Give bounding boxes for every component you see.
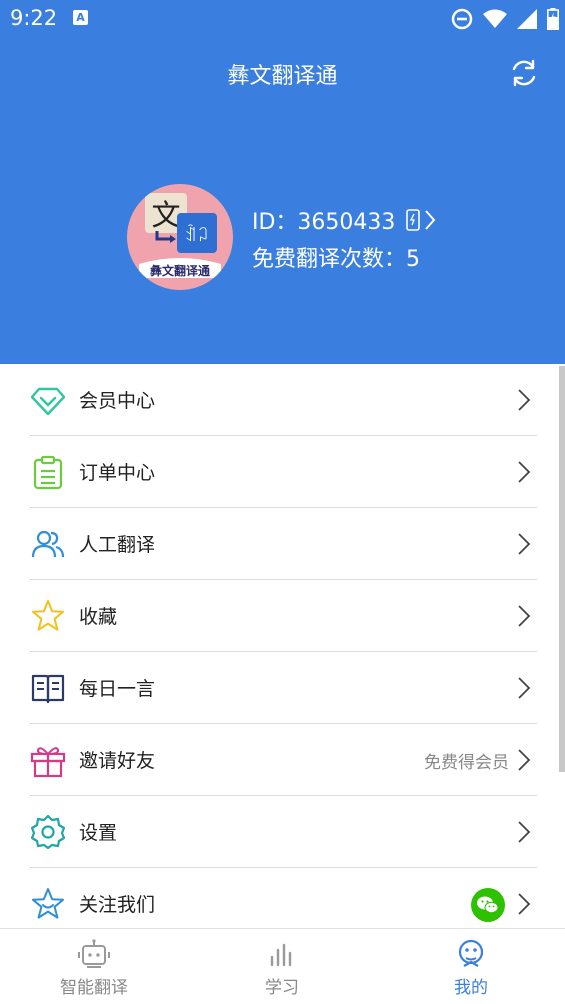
menu-item-invite-friends[interactable]: 邀请好友 免费得会员 — [0, 724, 565, 796]
user-id-row[interactable]: ID：3650433 — [252, 204, 436, 236]
star-icon — [32, 600, 64, 631]
page-title: 彝文翻译通 — [227, 64, 338, 89]
menu-item-order-center[interactable]: 订单中心 — [0, 436, 565, 508]
invite-hint: 免费得会员 — [424, 753, 509, 773]
menu-item-label: 人工翻译 — [79, 534, 156, 556]
phone-icon — [406, 209, 421, 231]
chevron-right-icon — [425, 210, 436, 230]
bottom-tab-bar: 智能翻译 学习 我的 — [0, 928, 565, 1004]
avatar-main-glyph: 文 — [151, 198, 180, 232]
chevron-right-icon — [518, 821, 531, 843]
menu-item-settings[interactable]: 设置 — [0, 796, 565, 868]
users-icon — [31, 530, 65, 558]
gear-icon — [30, 814, 66, 850]
chevron-right-icon — [518, 461, 531, 483]
status-icons — [451, 7, 559, 31]
user-id: ID：3650433 — [252, 210, 396, 235]
chevron-right-icon — [518, 749, 531, 771]
avatar-caption: 彝文翻译通 — [150, 263, 210, 278]
menu-item-label: 设置 — [79, 822, 118, 844]
wifi-icon — [483, 9, 507, 28]
menu-item-label: 订单中心 — [79, 462, 156, 484]
notification-icon: A — [73, 10, 88, 25]
clipboard-icon — [33, 455, 63, 490]
profile-header: 9:22 A 彝文翻译通 文 ꀉꃀ 彝文翻译通 ID：3650433 免费翻译次… — [0, 0, 565, 364]
menu-item-daily-quote[interactable]: 每日一言 — [0, 652, 565, 724]
gift-icon — [30, 747, 66, 778]
menu-item-label: 收藏 — [79, 606, 118, 628]
tab-label: 智能翻译 — [60, 978, 128, 998]
translate-logo-icon: 文 ꀉꃀ 彝文翻译通 — [139, 193, 221, 278]
do-not-disturb-icon — [451, 8, 473, 30]
tab-learn[interactable]: 学习 — [188, 929, 376, 1004]
tab-label: 学习 — [265, 978, 299, 998]
menu-item-label: 每日一言 — [79, 678, 156, 700]
bar-chart-icon — [270, 943, 292, 967]
menu-item-label: 会员中心 — [79, 390, 156, 412]
profile-face-icon — [458, 939, 484, 967]
open-book-icon — [31, 674, 65, 704]
tab-smart-translate[interactable]: 智能翻译 — [0, 929, 188, 1004]
robot-icon — [78, 939, 110, 968]
battery-icon — [547, 8, 559, 30]
status-bar: 9:22 A — [0, 0, 565, 38]
wechat-icon — [471, 888, 505, 922]
refresh-icon[interactable] — [509, 58, 539, 88]
chevron-right-icon — [518, 893, 531, 915]
chevron-right-icon — [518, 605, 531, 627]
avatar[interactable]: 文 ꀉꃀ 彝文翻译通 — [127, 184, 233, 290]
cellular-signal-icon — [517, 9, 537, 29]
chevron-right-icon — [518, 533, 531, 555]
menu-item-favorites[interactable]: 收藏 — [0, 580, 565, 652]
free-translation-count: 免费翻译次数：5 — [252, 247, 420, 272]
menu-item-label: 邀请好友 — [79, 750, 156, 772]
chevron-right-icon — [518, 677, 531, 699]
tab-me[interactable]: 我的 — [377, 929, 565, 1004]
tab-label: 我的 — [454, 978, 488, 998]
scrollbar[interactable] — [559, 366, 565, 772]
diamond-icon — [30, 387, 66, 416]
menu-item-vip-center[interactable]: 会员中心 — [0, 364, 565, 436]
star-badge-icon — [32, 888, 64, 919]
status-time: 9:22 — [10, 6, 58, 30]
menu-item-label: 关注我们 — [79, 894, 156, 916]
chevron-right-icon — [518, 389, 531, 411]
avatar-yi-glyph: ꀉꃀ — [185, 224, 210, 245]
menu-item-human-translation[interactable]: 人工翻译 — [0, 508, 565, 580]
